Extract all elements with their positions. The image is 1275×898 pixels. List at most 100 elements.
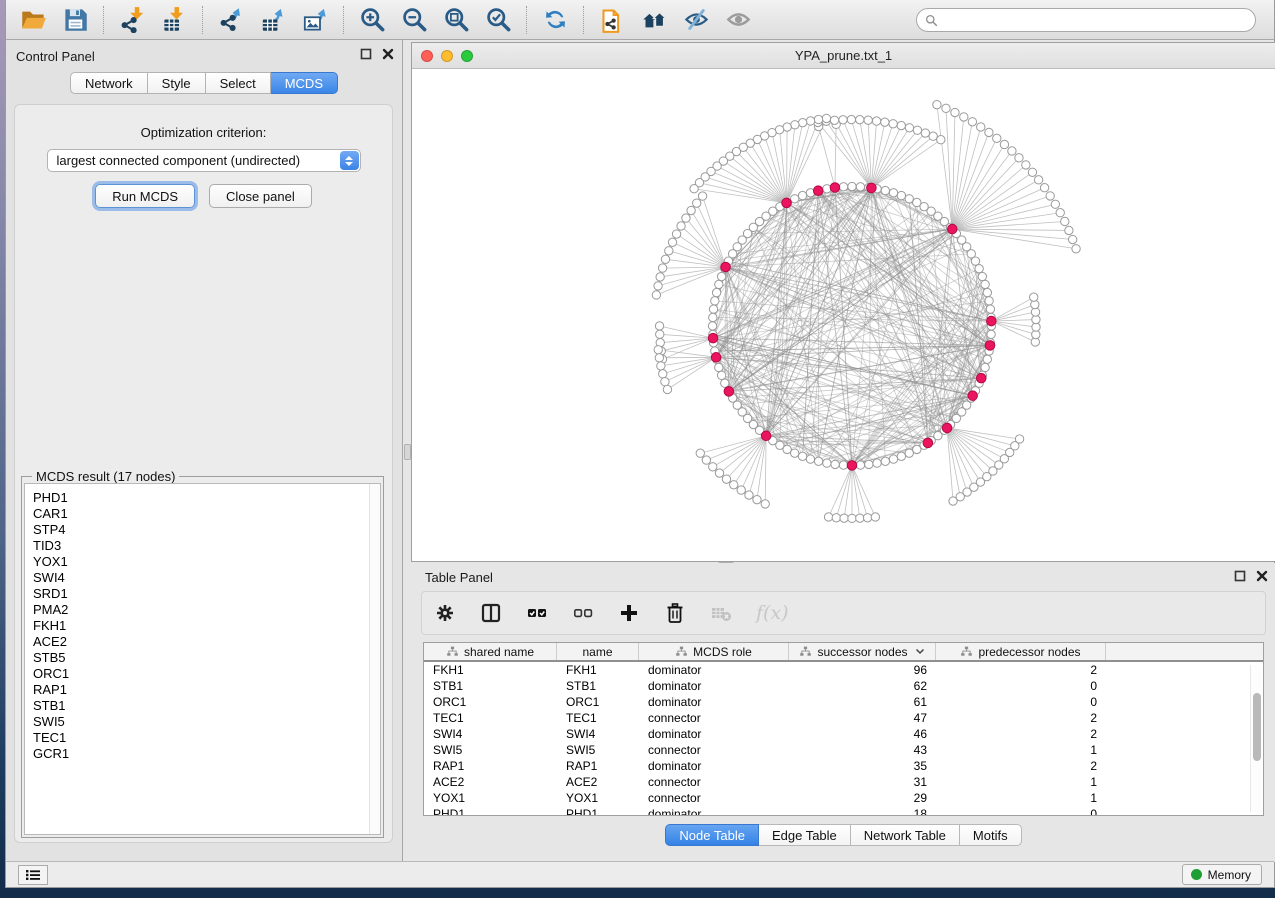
refresh-layout-button[interactable] (534, 3, 576, 37)
result-list-item[interactable]: STB5 (33, 650, 380, 666)
mcds-hub-node[interactable] (782, 198, 792, 208)
ring-node[interactable] (791, 195, 799, 203)
float-table-panel-icon[interactable] (1234, 570, 1246, 582)
result-list-item[interactable]: FKH1 (33, 618, 380, 634)
leaf-node[interactable] (661, 378, 669, 386)
mcds-hub-node[interactable] (942, 423, 952, 433)
mcds-hub-node[interactable] (985, 341, 995, 351)
result-list-item[interactable]: GCR1 (33, 746, 380, 762)
table-row[interactable]: YOX1YOX1connector291 (424, 790, 1263, 806)
ring-node[interactable] (856, 183, 864, 191)
leaf-node[interactable] (656, 330, 664, 338)
result-list-item[interactable]: ACE2 (33, 634, 380, 650)
leaf-node[interactable] (690, 185, 698, 193)
mcds-hub-node[interactable] (968, 391, 978, 401)
result-list-item[interactable]: ORC1 (33, 666, 380, 682)
leaf-node[interactable] (933, 100, 941, 108)
ring-node[interactable] (913, 198, 921, 206)
ring-node[interactable] (848, 182, 856, 190)
ring-node[interactable] (873, 459, 881, 467)
leaf-node[interactable] (942, 104, 950, 112)
leaf-node[interactable] (696, 449, 704, 457)
leaf-node[interactable] (655, 322, 663, 330)
ring-node[interactable] (783, 445, 791, 453)
network-window-titlebar[interactable]: YPA_prune.txt_1 (412, 43, 1275, 69)
column-header-successor-nodes[interactable]: successor nodes (789, 643, 936, 660)
result-list-item[interactable]: TID3 (33, 538, 380, 554)
result-list-item[interactable]: STP4 (33, 522, 380, 538)
leaf-node[interactable] (753, 495, 761, 503)
table-row[interactable]: FKH1FKH1dominator962 (424, 662, 1263, 678)
table-row[interactable]: SWI4SWI4dominator462 (424, 726, 1263, 742)
leaf-node[interactable] (693, 199, 701, 207)
mcds-hub-node[interactable] (708, 333, 718, 343)
tab-mcds[interactable]: MCDS (271, 72, 338, 94)
tab-edge-table[interactable]: Edge Table (759, 824, 851, 846)
table-row[interactable]: ACE2ACE2connector311 (424, 774, 1263, 790)
leaf-node[interactable] (929, 132, 937, 140)
leaf-node[interactable] (665, 247, 673, 255)
search-input[interactable] (943, 13, 1247, 27)
ring-node[interactable] (983, 355, 991, 363)
leaf-node[interactable] (1072, 245, 1080, 253)
leaf-node[interactable] (806, 117, 814, 125)
mcds-hub-node[interactable] (711, 353, 721, 363)
ring-node[interactable] (839, 461, 847, 469)
ring-node[interactable] (889, 189, 897, 197)
result-list-item[interactable]: PHD1 (33, 490, 380, 506)
table-row[interactable]: RAP1RAP1dominator352 (424, 758, 1263, 774)
leaf-node[interactable] (677, 222, 685, 230)
tab-style[interactable]: Style (148, 72, 206, 94)
show-hidden-button[interactable] (717, 3, 759, 37)
result-list-item[interactable]: YOX1 (33, 554, 380, 570)
import-table-button[interactable] (153, 3, 195, 37)
leaf-node[interactable] (847, 115, 855, 123)
ring-node[interactable] (987, 330, 995, 338)
leaf-node[interactable] (993, 134, 1001, 142)
delete-column-button[interactable] (664, 602, 686, 624)
ring-node[interactable] (986, 305, 994, 313)
ring-node[interactable] (975, 265, 983, 273)
leaf-node[interactable] (659, 370, 667, 378)
tab-motifs[interactable]: Motifs (960, 824, 1022, 846)
export-image-button[interactable] (294, 3, 336, 37)
leaf-node[interactable] (905, 124, 913, 132)
ring-node[interactable] (721, 379, 729, 387)
mcds-hub-node[interactable] (987, 316, 997, 326)
leaf-node[interactable] (864, 116, 872, 124)
leaf-node[interactable] (839, 116, 847, 124)
run-mcds-button[interactable]: Run MCDS (95, 184, 195, 208)
leaf-node[interactable] (1034, 176, 1042, 184)
mcds-result-scrollbar[interactable] (369, 484, 380, 834)
leaf-node[interactable] (872, 117, 880, 125)
leaf-node[interactable] (1008, 147, 1016, 155)
ring-node[interactable] (905, 195, 913, 203)
close-table-panel-icon[interactable] (1256, 570, 1268, 582)
tab-network[interactable]: Network (70, 72, 148, 94)
table-vertical-scrollbar[interactable] (1250, 665, 1262, 812)
result-list-item[interactable]: SRD1 (33, 586, 380, 602)
column-header-predecessor-nodes[interactable]: predecessor nodes (936, 643, 1106, 660)
leaf-node[interactable] (1068, 235, 1076, 243)
leaf-node[interactable] (698, 192, 706, 200)
scrollbar-thumb[interactable] (1253, 693, 1261, 761)
leaf-node[interactable] (730, 481, 738, 489)
ring-node[interactable] (711, 297, 719, 305)
ring-node[interactable] (839, 183, 847, 191)
table-row[interactable]: ORC1ORC1dominator610 (424, 694, 1263, 710)
ring-node[interactable] (981, 280, 989, 288)
zoom-in-button[interactable] (351, 3, 393, 37)
mcds-hub-node[interactable] (813, 186, 823, 196)
leaf-node[interactable] (856, 514, 864, 522)
ring-node[interactable] (798, 191, 806, 199)
leaf-node[interactable] (654, 282, 662, 290)
result-list-item[interactable]: SWI5 (33, 714, 380, 730)
close-panel-button[interactable]: Close panel (209, 184, 312, 208)
leaf-node[interactable] (1051, 200, 1059, 208)
leaf-node[interactable] (668, 238, 676, 246)
ring-node[interactable] (715, 363, 723, 371)
leaf-node[interactable] (921, 129, 929, 137)
ring-node[interactable] (865, 460, 873, 468)
leaf-node[interactable] (913, 126, 921, 134)
mcds-hub-node[interactable] (976, 373, 986, 383)
